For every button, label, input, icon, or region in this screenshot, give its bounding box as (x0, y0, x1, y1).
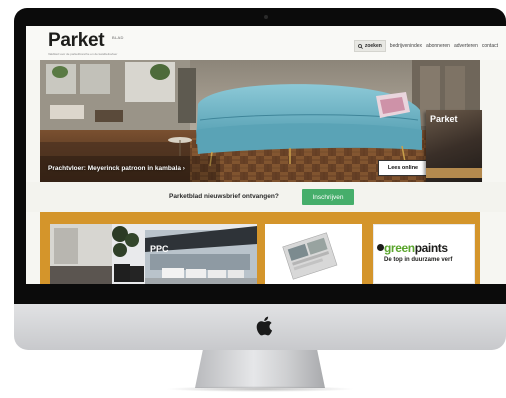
site-header: Parket BLAD Vakblad voor de parketbranch… (26, 26, 506, 60)
chevron-right-icon: › (182, 165, 185, 172)
brochure-image (265, 224, 362, 284)
greenpaints-logo-icon (377, 244, 384, 251)
tagline: Vakblad voor de parketbranche en de kwal… (48, 52, 118, 56)
ad-ppc[interactable]: PPC (50, 224, 257, 284)
subscribe-button[interactable]: Inschrijven (302, 189, 354, 205)
search-label: zoeken (364, 43, 382, 49)
imac-mockup: Parket BLAD Vakblad voor de parketbranch… (0, 0, 506, 398)
hero-caption-text: Prachtvloer: Meyerinck patroon in kambal… (48, 165, 181, 172)
ppc-label: PPC (150, 244, 169, 254)
nav-link-abonneren[interactable]: abonneren (426, 43, 450, 49)
greenpaints-brand-green: green (384, 241, 415, 255)
screen: Parket BLAD Vakblad voor de parketbranch… (26, 26, 506, 284)
newsletter-bar: Parketblad nieuwsbrief ontvangen? Inschr… (26, 182, 506, 212)
magazine-stripe (426, 168, 482, 178)
magazine-title: Parket (430, 114, 458, 124)
ppc-photo (50, 224, 257, 284)
hero-caption[interactable]: Prachtvloer: Meyerinck patroon in kambal… (48, 165, 185, 172)
greenpaints-brand: greenpaints (384, 241, 448, 255)
ad-brochure[interactable] (265, 224, 362, 284)
camera-icon (264, 15, 268, 19)
newsletter-label: Parketblad nieuwsbrief ontvangen? (169, 193, 279, 200)
magazine-cover[interactable]: Parket (426, 110, 482, 184)
hero-banner[interactable]: Prachtvloer: Meyerinck patroon in kambal… (40, 60, 480, 182)
nav-link-contact[interactable]: contact (482, 43, 498, 49)
nav-link-bedrijvenindex[interactable]: bedrijvenindex (390, 43, 422, 49)
logo[interactable]: Parket BLAD Vakblad voor de parketbranch… (48, 30, 123, 57)
main-nav: zoeken bedrijvenindex abonneren adverter… (353, 40, 498, 52)
ad-greenpaints[interactable]: greenpaints De top in duurzame verf (373, 224, 475, 284)
logo-superscript: BLAD (112, 35, 124, 40)
greenpaints-slogan: De top in duurzame verf (384, 257, 453, 263)
apple-logo-icon (256, 316, 273, 336)
greenpaints-brand-dark: paints (414, 241, 448, 255)
search-button[interactable]: zoeken (353, 40, 386, 52)
nav-link-adverteren[interactable]: adverteren (454, 43, 478, 49)
read-online-button[interactable]: Lees online (378, 160, 428, 176)
stand-shadow (165, 386, 355, 392)
search-icon (357, 43, 363, 49)
monitor-stand (195, 350, 325, 388)
logo-text: Parket (48, 30, 105, 51)
ads-band: PPC greenpaints De top in duurzame verf (40, 212, 480, 284)
